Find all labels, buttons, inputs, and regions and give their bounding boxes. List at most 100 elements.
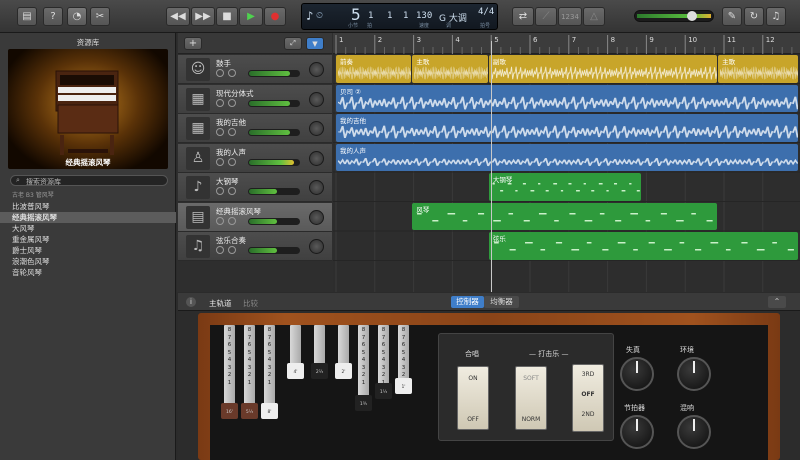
drawbar[interactable]: 2' [335, 325, 352, 379]
mute-icon[interactable] [216, 128, 224, 136]
percussion-volume-switch[interactable]: SOFT NORM [515, 366, 547, 430]
add-track-button[interactable]: + [184, 37, 202, 50]
record-button[interactable]: ● [264, 7, 286, 26]
drawbar[interactable]: 87654321 5⅓ [241, 325, 258, 419]
library-item[interactable]: 经典摇滚风琴 [0, 212, 176, 223]
tuner-button[interactable]: ⟋ [535, 7, 557, 26]
drawbar[interactable]: 2⅔ [311, 325, 328, 379]
editors-button[interactable]: ✂ [90, 7, 110, 26]
library-button[interactable]: ▤ [17, 7, 37, 26]
drawbar-cap[interactable]: 16' [221, 403, 238, 419]
headphones-icon[interactable] [228, 69, 236, 77]
track-header[interactable]: ▤ 经典摇滚风琴 [178, 202, 332, 232]
library-item[interactable]: 重金属风琴 [0, 234, 176, 245]
ambience-knob[interactable] [677, 357, 711, 391]
mute-icon[interactable] [216, 246, 224, 254]
rewind-button[interactable]: ◀◀ [166, 7, 190, 26]
mute-icon[interactable] [216, 98, 224, 107]
track-header[interactable]: ☺ 鼓手 [178, 55, 332, 84]
drawbar[interactable]: 87654321 8' [261, 325, 278, 419]
library-item[interactable]: 浪潮色风琴 [0, 256, 176, 267]
track-volume-fader[interactable] [248, 188, 300, 195]
library-item[interactable]: 比波普风琴 [0, 201, 176, 212]
drawbar-cap[interactable]: 2⅔ [311, 363, 328, 379]
library-item[interactable]: 爵士风琴 [0, 245, 176, 256]
headphones-icon[interactable] [228, 128, 236, 136]
track-volume-fader[interactable] [248, 217, 300, 225]
arrange-area[interactable]: 前奏 主歌 副歌 主歌 贝司 ② 我的吉他 我的人声 大钢琴 风琴 弦乐 [333, 41, 800, 292]
count-in-button[interactable]: 1234 [558, 7, 582, 26]
mute-icon[interactable] [216, 157, 224, 166]
track-volume-fader[interactable] [248, 129, 300, 136]
region[interactable]: 大钢琴 [488, 173, 641, 201]
drawbar[interactable]: 87654321 1⅓ [375, 325, 392, 399]
region[interactable]: 风琴 [412, 202, 718, 230]
pan-knob[interactable] [309, 209, 324, 225]
mute-icon[interactable] [216, 216, 224, 225]
track-volume-fader[interactable] [248, 99, 300, 107]
cycle-button[interactable]: ⇄ [512, 7, 534, 26]
drawbar-cap[interactable]: 1⅓ [375, 383, 392, 399]
lcd-display[interactable]: ♪ ⏲ 5 1 1 1 130 G 大调 4/4 小节 拍 速度 调 拍号 [301, 3, 498, 30]
tab-controls[interactable]: 控制器 [451, 296, 484, 308]
drawbar-cap[interactable]: 1⅗ [355, 395, 372, 411]
pan-knob[interactable] [309, 91, 324, 107]
notepad-button[interactable]: ✎ [722, 7, 742, 26]
headphones-icon[interactable] [228, 98, 236, 107]
library-breadcrumb[interactable]: 古老 B3 管风琴 [12, 190, 54, 199]
track-volume-fader[interactable] [248, 70, 300, 77]
volume-knob-handle[interactable] [687, 11, 697, 21]
info-icon[interactable]: i [186, 297, 196, 307]
headphones-icon[interactable] [228, 246, 236, 254]
region[interactable]: 主歌 [718, 55, 798, 83]
master-volume-slider[interactable] [634, 10, 714, 22]
region[interactable]: 主歌 [412, 55, 488, 83]
drawbar-cap[interactable]: 4' [287, 363, 304, 379]
pan-knob[interactable] [309, 180, 324, 195]
percussion-harmonic-switch[interactable]: 3RD OFF 2ND [572, 364, 604, 432]
rotary-speed-knob[interactable] [620, 415, 654, 449]
tab-eq[interactable]: 均衡器 [484, 296, 519, 308]
reverb-knob[interactable] [677, 415, 711, 449]
distortion-knob[interactable] [620, 357, 654, 391]
drawbar-cap[interactable]: 5⅓ [241, 403, 258, 419]
region[interactable]: 前奏 [336, 55, 412, 83]
headphones-icon[interactable] [228, 216, 236, 225]
mute-icon[interactable] [216, 187, 224, 195]
track-header[interactable]: ▦ 我的吉他 [178, 114, 332, 143]
playhead[interactable] [491, 41, 492, 292]
chorus-switch[interactable]: ON OFF [457, 366, 489, 430]
tab-master-track[interactable]: 主轨道 [209, 298, 232, 309]
pan-knob[interactable] [309, 62, 324, 77]
track-volume-fader[interactable] [248, 247, 300, 254]
drawbar[interactable]: 4' [287, 325, 304, 379]
drawbar[interactable]: 87654321 16' [221, 325, 238, 419]
stop-button[interactable]: ■ [216, 7, 238, 26]
region[interactable]: 我的吉他 [336, 114, 798, 142]
forward-button[interactable]: ▶▶ [191, 7, 215, 26]
drawbar[interactable]: 87654321 1' [395, 325, 412, 394]
pan-knob[interactable] [309, 239, 324, 254]
loop-browser-button[interactable]: ↻ [744, 7, 764, 26]
help-button[interactable]: ? [43, 7, 63, 26]
pan-knob[interactable] [309, 150, 324, 166]
drawbar-cap[interactable]: 2' [335, 363, 352, 379]
headphones-icon[interactable] [228, 187, 236, 195]
region[interactable]: 弦乐 [488, 232, 798, 260]
track-volume-fader[interactable] [248, 158, 300, 166]
headphones-icon[interactable] [228, 157, 236, 166]
expand-button[interactable]: ⌃ [768, 296, 786, 308]
smart-tempo-button[interactable]: ▼ [306, 37, 324, 50]
library-item[interactable]: 音轮风琴 [0, 267, 176, 278]
mute-icon[interactable] [216, 69, 224, 77]
drawbar-cap[interactable]: 8' [261, 403, 278, 419]
media-browser-button[interactable]: ♫ [766, 7, 786, 26]
region[interactable]: 贝司 ② [336, 84, 798, 112]
drawbar[interactable]: 87654321 1⅗ [355, 325, 372, 411]
region[interactable]: 我的人声 [336, 143, 798, 171]
library-item[interactable]: 大风琴 [0, 223, 176, 234]
region[interactable]: 副歌 [488, 55, 718, 83]
drawbar-cap[interactable]: 1' [395, 378, 412, 394]
catch-button[interactable]: ⤢ [284, 37, 302, 50]
track-header[interactable]: ♪ 大钢琴 [178, 173, 332, 202]
